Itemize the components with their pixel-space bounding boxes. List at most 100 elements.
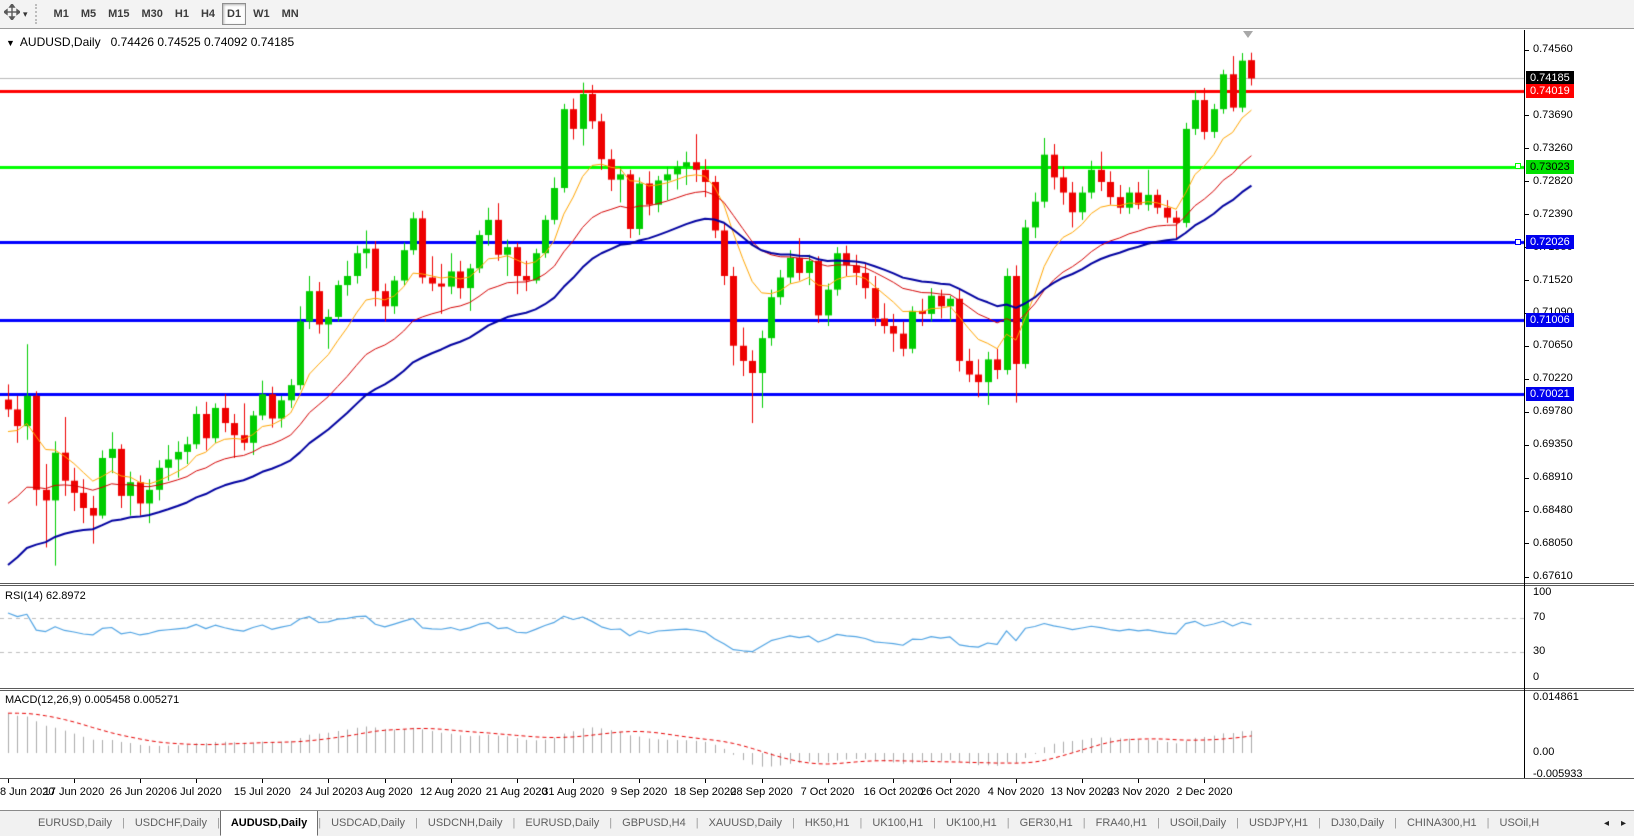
timeframe-button-m15[interactable]: M15 — [103, 3, 134, 25]
tab-scroll-right-icon[interactable]: ▸ — [1621, 818, 1626, 829]
x-axis-tick — [705, 779, 706, 783]
y-axis-tick-label: 0.73690 — [1533, 109, 1573, 121]
x-axis-tick — [140, 779, 141, 783]
tab-usdjpy-h1[interactable]: USDJPY,H1 — [1239, 811, 1318, 836]
x-axis-tick — [8, 779, 9, 783]
y-axis-tick-label: 0.68480 — [1533, 504, 1573, 516]
x-axis-tick — [74, 779, 75, 783]
y-axis-tick — [1525, 280, 1529, 281]
timeframe-button-w1[interactable]: W1 — [248, 3, 275, 25]
timeframe-button-d1[interactable]: D1 — [222, 3, 246, 25]
line-handle[interactable] — [1515, 239, 1521, 245]
timeframe-buttons: M1M5M15M30H1H4D1W1MN — [48, 3, 305, 25]
tab-fra40-h1[interactable]: FRA40,H1 — [1086, 811, 1157, 836]
main-chart-canvas[interactable] — [0, 30, 1524, 583]
timeframe-button-h1[interactable]: H1 — [170, 3, 194, 25]
y-axis-tick-label: 0.69350 — [1533, 438, 1573, 450]
tab-uk100-h1[interactable]: UK100,H1 — [862, 811, 933, 836]
macd-indicator-label: MACD(12,26,9) 0.005458 0.005271 — [5, 694, 179, 706]
mt4-window: ▾ M1M5M15M30H1H4D1W1MN ▼ AUDUSD,Daily 0.74… — [0, 0, 1634, 836]
line-handle[interactable] — [1515, 163, 1521, 169]
macd-scale-label: 0.014861 — [1533, 691, 1579, 703]
x-axis-tick — [1082, 779, 1083, 783]
y-axis-tick — [1525, 181, 1529, 182]
y-axis-tick-label: 0.68050 — [1533, 537, 1573, 549]
macd-scale-label: 0.00 — [1533, 746, 1554, 758]
tab-scroll-left-icon[interactable]: ◂ — [1604, 818, 1609, 829]
x-axis-tick — [385, 779, 386, 783]
y-axis-tick — [1525, 148, 1529, 149]
y-axis-tick — [1525, 478, 1529, 479]
tab-audusd-daily[interactable]: AUDUSD,Daily — [220, 810, 318, 836]
timeframe-button-mn[interactable]: MN — [277, 3, 304, 25]
y-axis-tick-label: 0.67610 — [1533, 570, 1573, 582]
y-axis-tick-label: 0.72820 — [1533, 175, 1573, 187]
tab-eurusd-daily[interactable]: EURUSD,Daily — [28, 811, 122, 836]
x-axis-date-label: 2 Dec 2020 — [1162, 786, 1246, 798]
chart-end-marker-icon — [1243, 31, 1253, 38]
tab-hk50-h1[interactable]: HK50,H1 — [795, 811, 860, 836]
tab-xauusd-daily[interactable]: XAUUSD,Daily — [699, 811, 792, 836]
y-axis-tick — [1525, 50, 1529, 51]
rsi-pane-canvas[interactable] — [0, 586, 1524, 688]
tab-usoil-daily[interactable]: USOil,Daily — [1160, 811, 1236, 836]
y-axis-tick — [1525, 412, 1529, 413]
y-axis-tick — [1525, 511, 1529, 512]
y-axis-tick — [1525, 445, 1529, 446]
chart-ohlc-values: 0.74426 0.74525 0.74092 0.74185 — [111, 35, 295, 49]
crosshair-icon — [4, 4, 20, 25]
tab-ger30-h1[interactable]: GER30,H1 — [1010, 811, 1083, 836]
tab-usdcad-daily[interactable]: USDCAD,Daily — [321, 811, 415, 836]
price-badge-resistance-line: 0.74019 — [1526, 84, 1574, 98]
timeframe-button-m1[interactable]: M1 — [49, 3, 74, 25]
y-axis-tick — [1525, 543, 1529, 544]
x-axis-tick — [517, 779, 518, 783]
x-axis-tick — [1204, 779, 1205, 783]
chart-symbol-label: AUDUSD,Daily — [20, 35, 101, 49]
rsi-scale-label: 30 — [1533, 645, 1545, 657]
tab-usoil-h[interactable]: USOil,H — [1490, 811, 1550, 836]
x-axis-tick — [573, 779, 574, 783]
tab-china300-h1[interactable]: CHINA300,H1 — [1397, 811, 1487, 836]
timeframe-button-m30[interactable]: M30 — [137, 3, 168, 25]
y-axis-tick-label: 0.70220 — [1533, 372, 1573, 384]
tab-eurusd-daily[interactable]: EURUSD,Daily — [515, 811, 609, 836]
date-axis[interactable]: 8 Jun 202017 Jun 202026 Jun 20206 Jul 20… — [0, 779, 1634, 810]
price-badge-support-line-green: 0.73023 — [1526, 160, 1574, 174]
toolbar-grip[interactable] — [35, 4, 40, 24]
collapse-triangle-icon[interactable]: ▼ — [6, 38, 15, 48]
timeframe-button-h4[interactable]: H4 — [196, 3, 220, 25]
macd-pane-canvas[interactable] — [0, 691, 1524, 778]
top-toolbar: ▾ M1M5M15M30H1H4D1W1MN — [0, 0, 1634, 29]
chevron-down-icon[interactable]: ▾ — [23, 9, 28, 20]
tab-usdcnh-daily[interactable]: USDCNH,Daily — [418, 811, 513, 836]
tab-dj30-daily[interactable]: DJ30,Daily — [1321, 811, 1394, 836]
tab-usdchf-daily[interactable]: USDCHF,Daily — [125, 811, 217, 836]
price-badge-support-line-blue-2: 0.71006 — [1526, 313, 1574, 327]
y-axis-tick-label: 0.74560 — [1533, 43, 1573, 55]
y-axis-tick-label: 0.73260 — [1533, 142, 1573, 154]
y-axis-tick — [1525, 115, 1529, 116]
y-axis-tick — [1525, 379, 1529, 380]
price-badge-support-line-blue-3: 0.70021 — [1526, 387, 1574, 401]
rsi-scale-label: 0 — [1533, 671, 1539, 683]
tab-gbpusd-h4[interactable]: GBPUSD,H4 — [612, 811, 696, 836]
chart-tab-bar: EURUSD,Daily|USDCHF,Daily|AUDUSD,Daily|U… — [0, 810, 1634, 836]
x-axis-tick — [262, 779, 263, 783]
timeframe-button-m5[interactable]: M5 — [76, 3, 101, 25]
x-axis-tick — [893, 779, 894, 783]
y-axis-tick — [1525, 214, 1529, 215]
tab-scroll-arrows: ◂ ▸ — [1594, 811, 1634, 836]
x-axis-tick — [196, 779, 197, 783]
y-axis-tick-label: 0.71520 — [1533, 274, 1573, 286]
tab-uk100-h1[interactable]: UK100,H1 — [936, 811, 1007, 836]
price-axis[interactable]: 0.745600.736900.732600.728200.723900.719… — [1524, 30, 1634, 778]
rsi-scale-label: 100 — [1533, 586, 1551, 598]
y-axis-tick — [1525, 346, 1529, 347]
x-axis-tick — [828, 779, 829, 783]
y-axis-tick-label: 0.69780 — [1533, 405, 1573, 417]
cursor-tool-button[interactable]: ▾ — [4, 4, 28, 25]
chart-title: ▼ AUDUSD,Daily 0.74426 0.74525 0.74092 0.7… — [6, 35, 294, 49]
x-axis-tick — [1016, 779, 1017, 783]
x-axis-tick — [451, 779, 452, 783]
